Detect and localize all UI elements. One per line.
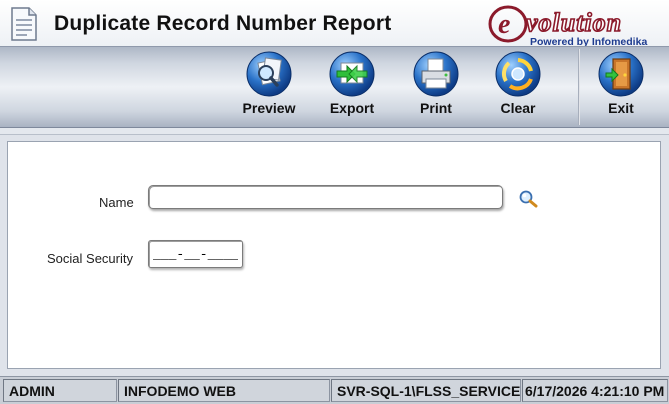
name-label: Name — [99, 195, 134, 210]
status-user: ADMIN — [3, 379, 117, 402]
exit-door-icon — [598, 51, 644, 97]
title-bar: Duplicate Record Number Report e volutio… — [0, 0, 669, 48]
preview-label: Preview — [242, 100, 296, 116]
window-title: Duplicate Record Number Report — [54, 12, 392, 35]
printer-icon — [413, 51, 459, 97]
toolbar: Preview Export Print Clear Exit — [0, 46, 669, 128]
print-label: Print — [420, 100, 452, 116]
status-bar: ADMIN INFODEMO WEB SVR-SQL-1\FLSS_SERVIC… — [0, 376, 669, 404]
clear-button[interactable]: Clear — [483, 47, 553, 127]
exit-button[interactable]: Exit — [586, 47, 656, 127]
clear-recycle-icon — [495, 51, 541, 97]
export-button[interactable]: Export — [317, 47, 387, 127]
exit-label: Exit — [608, 100, 634, 116]
svg-text:volution: volution — [526, 8, 622, 37]
status-datetime: 6/17/2026 4:21:10 PM — [522, 379, 668, 402]
evolution-logo: e volution Powered by Infomedika — [488, 5, 647, 48]
toolbar-separator — [0, 128, 669, 135]
social-security-input[interactable] — [148, 240, 243, 268]
status-company: INFODEMO WEB — [118, 379, 330, 402]
preview-magnifier-icon — [246, 51, 292, 97]
export-arrows-icon — [329, 51, 375, 97]
search-icon[interactable] — [518, 189, 540, 209]
status-server: SVR-SQL-1\FLSS_SERVICE — [331, 379, 521, 402]
social-security-label: Social Security — [47, 251, 133, 266]
preview-button[interactable]: Preview — [234, 47, 304, 127]
document-icon — [11, 7, 37, 41]
name-input[interactable] — [148, 185, 503, 209]
export-label: Export — [329, 100, 375, 116]
toolbar-divider — [578, 49, 580, 125]
print-button[interactable]: Print — [401, 47, 471, 127]
svg-text:e: e — [498, 9, 510, 40]
clear-label: Clear — [500, 100, 536, 116]
